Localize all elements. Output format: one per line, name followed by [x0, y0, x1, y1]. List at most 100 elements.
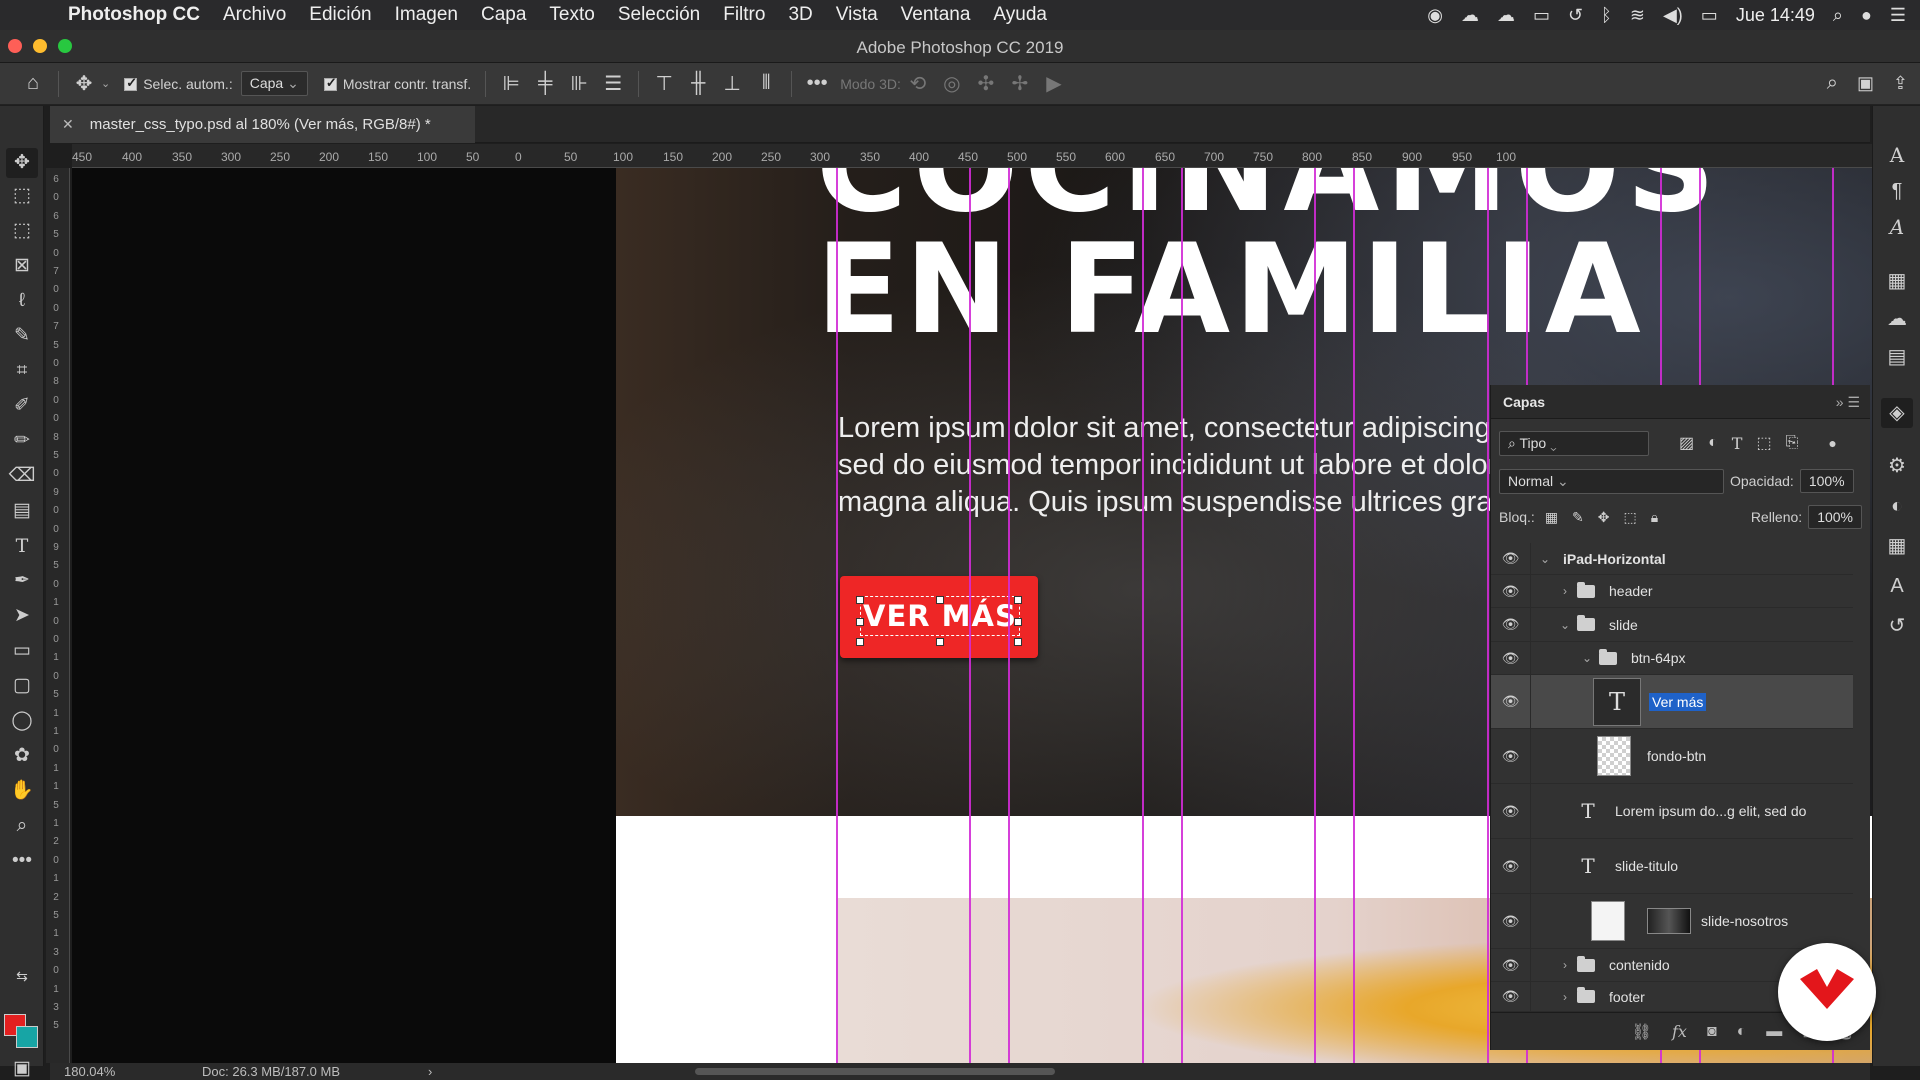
distribute-icon[interactable]: ☰	[596, 71, 630, 96]
volume-icon[interactable]: ◀)	[1663, 5, 1683, 26]
show-transform-checkbox[interactable]: Mostrar contr. transf.	[323, 75, 471, 92]
auto-select-checkbox[interactable]: Selec. autom.:	[124, 75, 233, 92]
layer-row-group[interactable]: 👁︎ ⌄ btn-64px	[1491, 642, 1853, 675]
more-options-icon[interactable]: •••	[800, 72, 834, 95]
siri-icon[interactable]: ●	[1861, 5, 1872, 26]
layer-style-icon[interactable]: fx	[1672, 1022, 1687, 1041]
transform-handle[interactable]	[1014, 596, 1022, 604]
custom-shape-tool-icon[interactable]: ✿	[6, 741, 38, 771]
cloud-icon[interactable]: ☁	[1497, 5, 1515, 26]
vertical-ruler[interactable]: 6 0 6 5 0 7 0 0 7 5 0 8 0 0 8 5 0 9 0 0 9 5 0 1 0 0 1 0 5 1 1 0 1 1 5 1 2 0 1 2…	[46, 168, 70, 1063]
path-select-tool-icon[interactable]: ➤	[6, 601, 38, 631]
layer-name[interactable]: slide-titulo	[1615, 858, 1678, 874]
guide-line[interactable]	[969, 168, 971, 1063]
layer-row-shape[interactable]: 👁︎ fondo-btn	[1491, 729, 1853, 784]
add-mask-icon[interactable]: ◙	[1707, 1023, 1717, 1041]
filter-type-icon[interactable]: T	[1732, 434, 1743, 453]
screen-mode-icon[interactable]: ▣	[6, 1054, 38, 1080]
layer-name[interactable]: footer	[1609, 989, 1645, 1005]
visibility-eye-icon[interactable]: 👁︎	[1491, 729, 1531, 783]
menu-3d[interactable]: 3D	[788, 4, 812, 26]
layer-row-group[interactable]: 👁︎ › header	[1491, 575, 1853, 608]
more-tools-icon[interactable]: •••	[6, 846, 38, 876]
layer-name[interactable]: header	[1609, 583, 1653, 599]
search-icon[interactable]: ⌕	[1833, 5, 1843, 26]
layer-row-text-selected[interactable]: 👁︎ T Ver más	[1491, 675, 1853, 729]
guide-line[interactable]	[1008, 168, 1010, 1063]
hand-tool-icon[interactable]: ✋	[6, 776, 38, 806]
layers-panel-icon[interactable]: ◈	[1881, 398, 1913, 428]
layer-row-smart-object[interactable]: 👁︎ slide-nosotros	[1491, 894, 1853, 949]
guide-line[interactable]	[836, 168, 838, 1063]
filter-smart-object-icon[interactable]: ⎘	[1786, 434, 1799, 452]
creative-cloud-panel-icon[interactable]: ☁	[1881, 304, 1913, 334]
menu-archivo[interactable]: Archivo	[223, 4, 286, 26]
menu-ventana[interactable]: Ventana	[901, 4, 971, 26]
expand-caret-icon[interactable]: ⌄	[1537, 552, 1553, 566]
glyphs-panel-icon[interactable]: A	[1881, 212, 1913, 242]
creative-cloud-icon[interactable]: ☁	[1461, 5, 1479, 26]
lock-artboard-icon[interactable]: ⬚	[1624, 509, 1637, 526]
align-bottom-icon[interactable]: ⊥	[715, 71, 749, 96]
menu-vista[interactable]: Vista	[836, 4, 878, 26]
visibility-eye-icon[interactable]: 👁︎	[1491, 949, 1531, 981]
visibility-eye-icon[interactable]: 👁︎	[1491, 642, 1531, 674]
lock-position-icon[interactable]: ✥	[1598, 509, 1610, 526]
guide-line[interactable]	[1487, 168, 1489, 1063]
layer-row-text[interactable]: 👁︎ T Lorem ipsum do...g elit, sed do	[1491, 784, 1853, 839]
type-tool-icon[interactable]: T	[6, 531, 38, 561]
transform-handle[interactable]	[936, 596, 944, 604]
color-panel-icon[interactable]: ◐	[1881, 491, 1913, 521]
time-machine-icon[interactable]: ↺	[1568, 5, 1583, 26]
home-icon[interactable]: ⌂	[16, 72, 50, 95]
gradient-tool-icon[interactable]: ▤	[6, 496, 38, 526]
menu-texto[interactable]: Texto	[549, 4, 594, 26]
rectangle-tool-icon[interactable]: ▭	[6, 636, 38, 666]
history-panel-icon[interactable]: ↺	[1881, 611, 1913, 641]
transform-handle[interactable]	[856, 618, 864, 626]
menu-app-name[interactable]: Photoshop CC	[68, 4, 200, 26]
layer-name-input[interactable]: Ver más	[1649, 692, 1707, 711]
align-vcenter-icon[interactable]: ╫	[681, 72, 715, 95]
record-icon[interactable]: ◉	[1427, 5, 1443, 26]
zoom-level[interactable]: 180.04%	[64, 1064, 115, 1079]
collapse-caret-icon[interactable]: ›	[1557, 584, 1573, 598]
lock-transparent-icon[interactable]: ▦	[1545, 509, 1558, 526]
visibility-eye-icon[interactable]: 👁︎	[1491, 894, 1531, 948]
brush-tool-icon[interactable]: ✏	[6, 426, 38, 456]
marquee-tool-icon[interactable]: ⬚	[6, 216, 38, 246]
layer-row-group[interactable]: 👁︎ ⌄ slide	[1491, 608, 1853, 642]
transform-handle[interactable]	[936, 638, 944, 646]
collapse-caret-icon[interactable]: ›	[1557, 990, 1573, 1004]
filter-adjustment-icon[interactable]: ◐	[1708, 434, 1718, 452]
align-hcenter-icon[interactable]: ╪	[528, 72, 562, 95]
menu-edicion[interactable]: Edición	[309, 4, 371, 26]
menu-capa[interactable]: Capa	[481, 4, 526, 26]
horizontal-scrollbar[interactable]	[695, 1068, 1055, 1075]
visibility-eye-icon[interactable]: 👁︎	[1491, 608, 1531, 641]
guide-line[interactable]	[1181, 168, 1183, 1063]
quick-select-tool-icon[interactable]: ✎	[6, 321, 38, 351]
lasso-tool-icon[interactable]: ℓ	[6, 286, 38, 316]
filter-pixel-icon[interactable]: ▨	[1679, 433, 1694, 453]
layer-name[interactable]: slide	[1609, 617, 1638, 633]
styles-panel-icon[interactable]: A	[1881, 571, 1913, 601]
layer-filter-kind-select[interactable]: ⌕ Tipo	[1499, 430, 1649, 456]
new-adjustment-icon[interactable]: ◐	[1737, 1023, 1747, 1041]
transform-handle[interactable]	[1014, 638, 1022, 646]
artboard-tool-icon[interactable]: ⬚	[6, 181, 38, 211]
panel-menu-icon[interactable]: » ☰	[1836, 394, 1860, 411]
swatches-panel-icon[interactable]: ▦	[1881, 531, 1913, 561]
menu-imagen[interactable]: Imagen	[395, 4, 458, 26]
guide-line[interactable]	[1314, 168, 1316, 1063]
wifi-icon[interactable]: ≋	[1630, 5, 1645, 26]
align-left-icon[interactable]: ⊫	[494, 71, 528, 96]
search-icon[interactable]: ⌕	[1827, 72, 1838, 95]
filter-toggle-icon[interactable]: ●	[1828, 435, 1836, 451]
eraser-tool-icon[interactable]: ⌫	[6, 461, 38, 491]
layer-name[interactable]: contenido	[1609, 957, 1670, 973]
filter-shape-icon[interactable]: ⬚	[1756, 433, 1771, 453]
bluetooth-icon[interactable]: ᛒ	[1601, 5, 1612, 26]
visibility-eye-icon[interactable]: 👁︎	[1491, 784, 1531, 838]
layers-panel-title[interactable]: Capas	[1503, 394, 1545, 410]
